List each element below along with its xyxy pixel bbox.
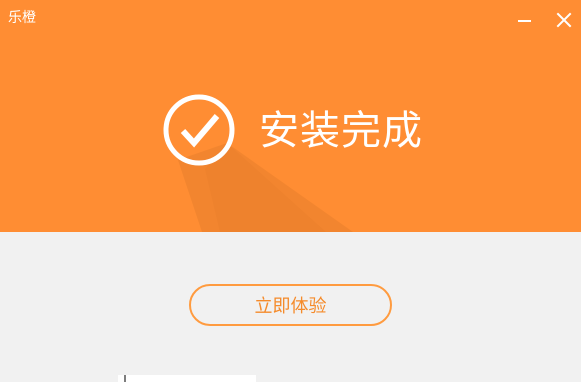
check-circle-icon xyxy=(163,94,235,166)
minimize-button[interactable] xyxy=(514,10,534,30)
minimize-icon xyxy=(517,20,531,22)
completion-message: 安装完成 xyxy=(163,94,433,170)
start-experience-button[interactable]: 立即体验 xyxy=(189,284,392,326)
app-title: 乐橙 xyxy=(8,10,36,26)
completion-title: 安装完成 xyxy=(259,108,423,154)
completion-header: 乐橙 安装完成 xyxy=(0,0,581,232)
installer-window: 乐橙 安装完成 立即体验 xyxy=(0,0,581,382)
close-button[interactable] xyxy=(554,10,574,30)
bottom-edge-artifact xyxy=(118,375,256,382)
close-icon xyxy=(556,12,572,28)
